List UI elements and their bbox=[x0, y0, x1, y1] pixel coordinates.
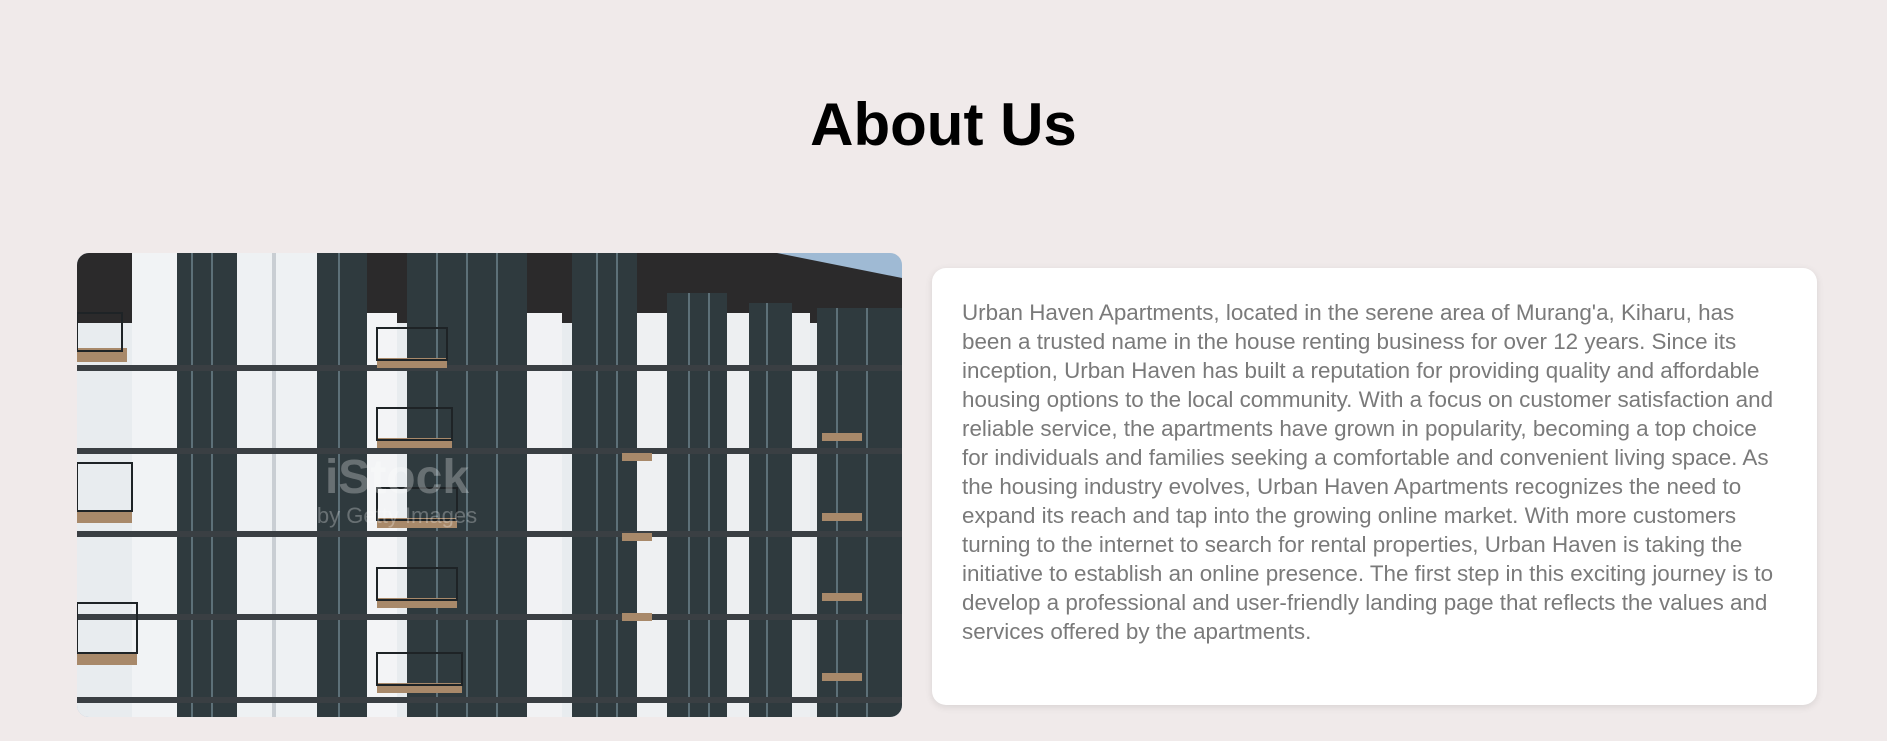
page-title: About Us bbox=[810, 91, 1077, 158]
watermark-main: iStock bbox=[325, 451, 469, 504]
about-page: About Us iStock by Getty Images Urban Ha… bbox=[0, 0, 1887, 741]
about-text: Urban Haven Apartments, located in the s… bbox=[962, 300, 1774, 644]
watermark-sub: by Getty Images bbox=[317, 503, 477, 528]
apartment-photo: iStock by Getty Images bbox=[77, 253, 902, 717]
about-card: Urban Haven Apartments, located in the s… bbox=[932, 268, 1817, 705]
